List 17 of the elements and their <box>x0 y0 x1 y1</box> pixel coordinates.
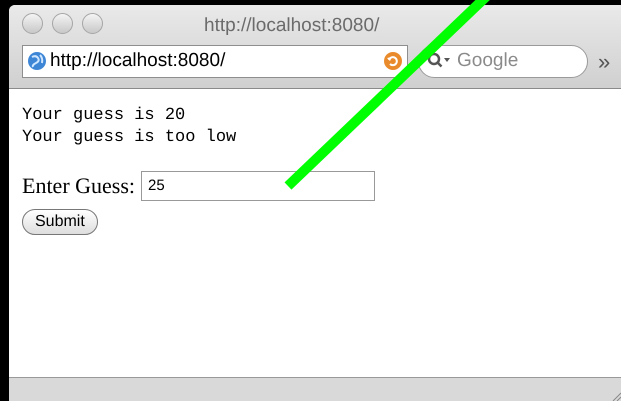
submit-button[interactable]: Submit <box>22 209 98 235</box>
address-field[interactable]: http://localhost:8080/ <box>22 44 408 78</box>
address-text: http://localhost:8080/ <box>50 48 226 73</box>
minimize-button[interactable] <box>52 12 73 34</box>
search-field[interactable]: Google <box>418 44 588 78</box>
reload-icon[interactable] <box>383 51 403 71</box>
zoom-button[interactable] <box>82 12 103 34</box>
guess-label: Enter Guess: <box>22 172 136 200</box>
search-icon <box>427 52 451 70</box>
resize-grip-icon[interactable] <box>611 391 621 401</box>
guess-input[interactable]: 25 <box>141 170 376 200</box>
message-text: Your guess is too low <box>22 127 238 149</box>
window-title: http://localhost:8080/ <box>204 14 380 38</box>
search-input[interactable]: Google <box>457 46 567 76</box>
close-button[interactable] <box>22 12 43 34</box>
message-text: Your guess is 20 <box>22 105 186 127</box>
overflow-chevron[interactable]: » <box>598 44 610 78</box>
